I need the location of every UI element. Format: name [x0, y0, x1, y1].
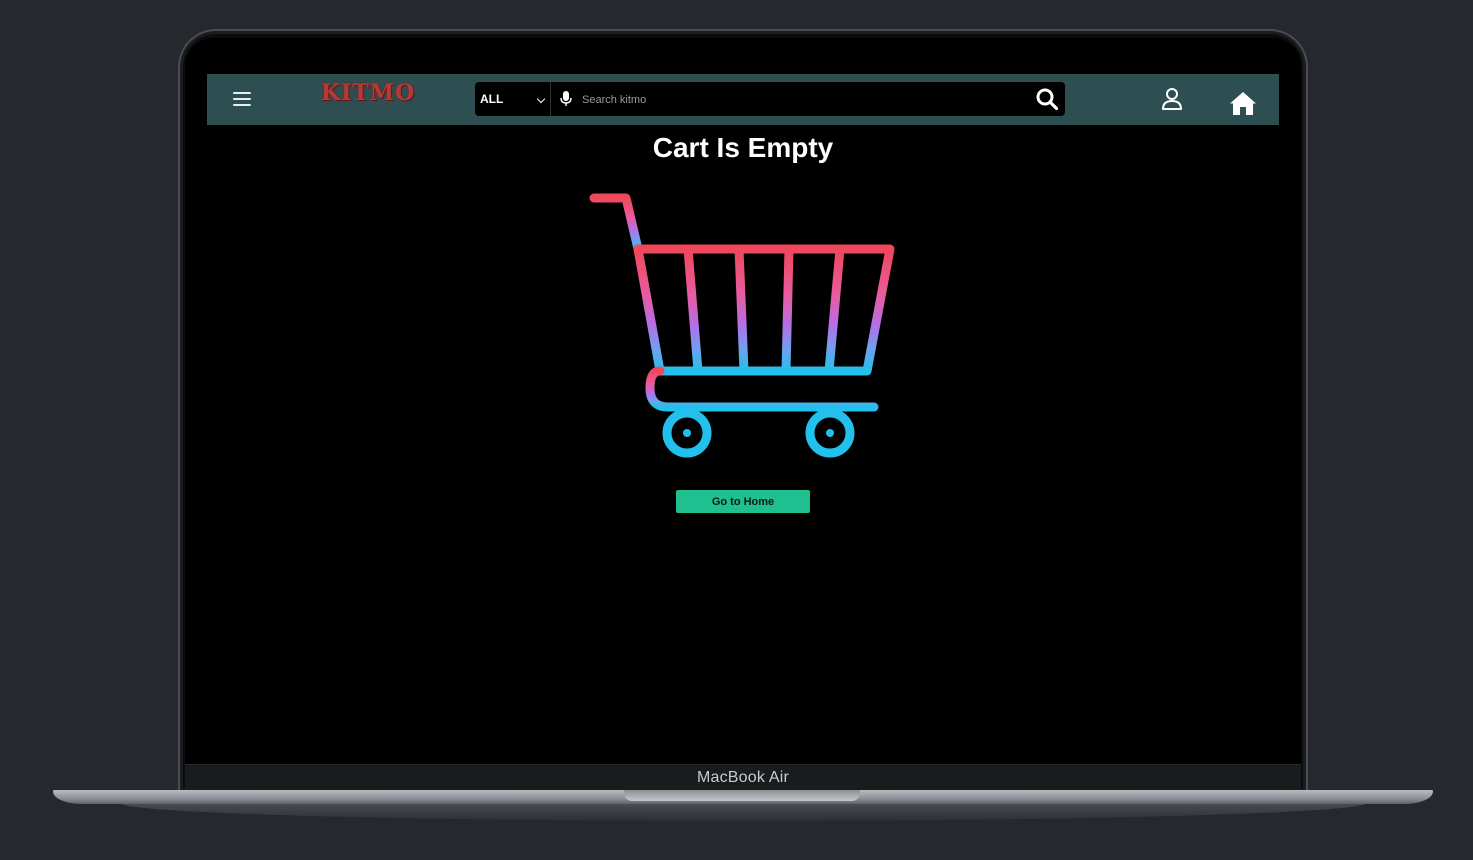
- navbar: KITMO ALL: [207, 74, 1279, 125]
- go-to-home-button[interactable]: Go to Home: [676, 490, 810, 513]
- brand-logo[interactable]: KITMO: [321, 80, 414, 110]
- device-label: MacBook Air: [696, 769, 789, 786]
- search-bar: ALL: [475, 82, 1065, 116]
- user-icon[interactable]: [1161, 87, 1183, 111]
- home-icon[interactable]: [1229, 91, 1257, 116]
- menu-icon[interactable]: [233, 92, 251, 106]
- search-input[interactable]: [580, 88, 1004, 112]
- laptop-chin: MacBook Air: [185, 764, 1301, 792]
- page-title: Cart Is Empty: [652, 132, 834, 163]
- category-select-value: ALL: [480, 92, 504, 106]
- category-select[interactable]: ALL: [475, 82, 551, 116]
- laptop-base-shadow: [120, 803, 1366, 821]
- microphone-icon[interactable]: [560, 91, 572, 107]
- shopping-cart-icon: [589, 193, 895, 458]
- laptop-hinge-notch: [624, 790, 860, 801]
- chevron-down-icon: [536, 94, 546, 104]
- search-icon[interactable]: [1035, 87, 1059, 111]
- laptop-screen: KITMO ALL Cart Is Empty: [185, 38, 1301, 764]
